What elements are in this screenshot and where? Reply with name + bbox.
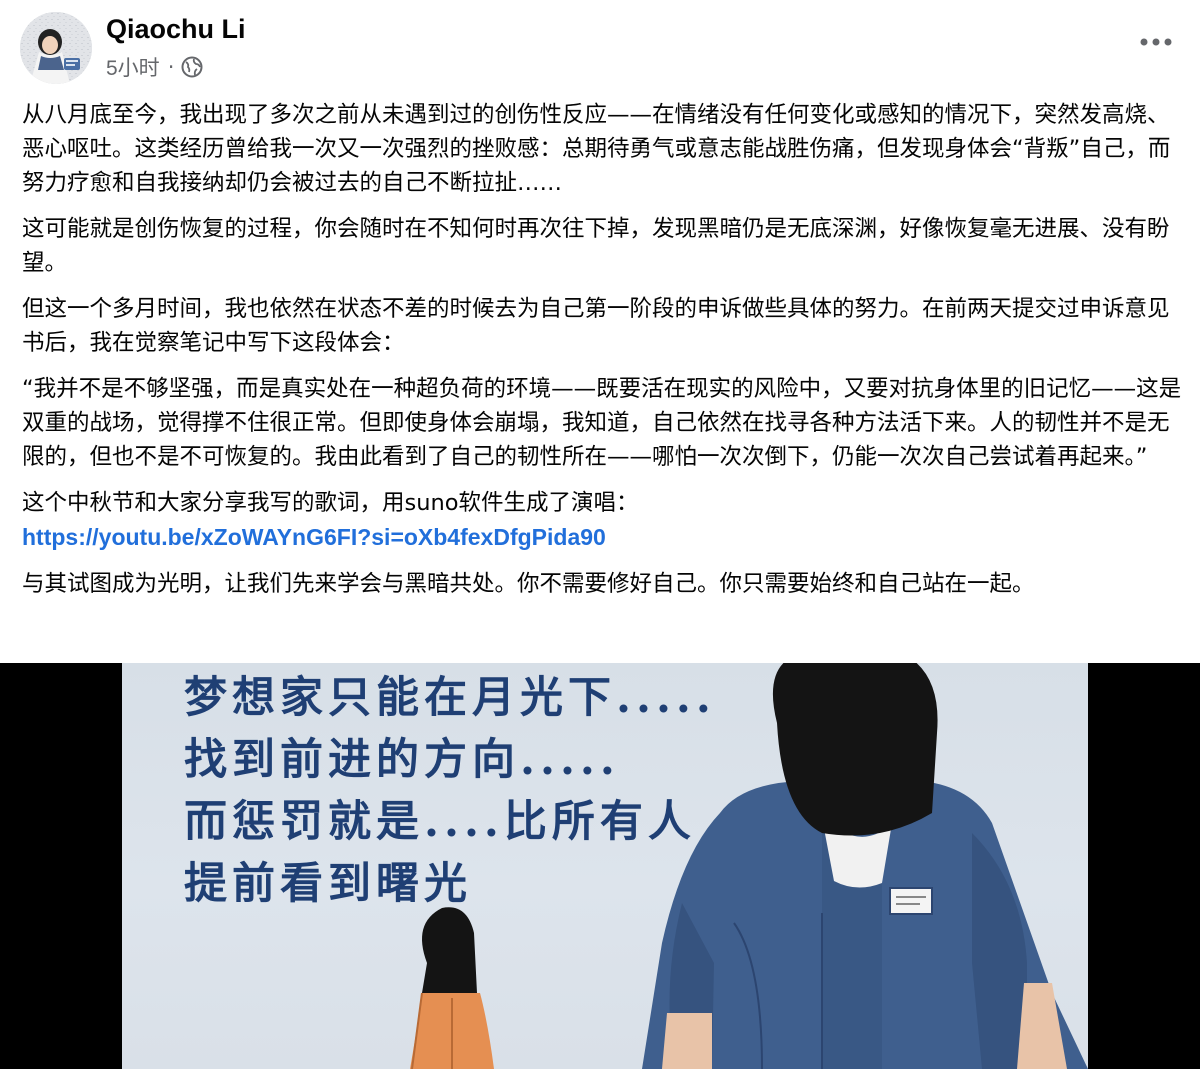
- author-avatar[interactable]: [20, 12, 92, 84]
- facebook-post: Qiaochu Li 5小时 · 从八月底至今，我出现了多次之前从未遇到过的创伤…: [0, 0, 1200, 1069]
- meta-separator: ·: [167, 55, 175, 79]
- post-timestamp[interactable]: 5小时: [106, 52, 160, 82]
- song-paragraph: 这个中秋节和大家分享我写的歌词，用suno软件生成了演唱： https://yo…: [22, 486, 1186, 555]
- globe-icon[interactable]: [181, 56, 203, 78]
- closing-paragraph: 与其试图成为光明，让我们先来学会与黑暗共处。你不需要修好自己。你只需要始终和自己…: [22, 571, 1035, 597]
- post-image-attachment[interactable]: 梦想家只能在月光下..... 找到前进的方向..... 而惩罚就是....比所有…: [0, 663, 1200, 1069]
- lyric-line-4: 提前看到曙光: [184, 859, 472, 909]
- post-quote-paragraph: “我并不是不够坚强，而是真实处在一种超负荷的环境——既要活在现实的风险中，又要对…: [22, 376, 1182, 470]
- post-paragraph-1: 从八月底至今，我出现了多次之前从未遇到过的创伤性反应——在情绪没有任何变化或感知…: [22, 102, 1171, 196]
- more-dots-icon[interactable]: [1132, 22, 1180, 62]
- youtube-link[interactable]: https://youtu.be/xZoWAYnG6FI?si=oXb4fexD…: [22, 524, 606, 550]
- author-name[interactable]: Qiaochu Li: [106, 14, 246, 45]
- lyric-line-3: 而惩罚就是....比所有人: [184, 797, 696, 847]
- post-meta: 5小时 ·: [106, 54, 203, 80]
- song-intro: 这个中秋节和大家分享我写的歌词，用suno软件生成了演唱：: [22, 490, 639, 516]
- illustration: 梦想家只能在月光下..... 找到前进的方向..... 而惩罚就是....比所有…: [122, 663, 1088, 1069]
- post-paragraph-2: 这可能就是创伤恢复的过程，你会随时在不知何时再次往下掉，发现黑暗仍是无底深渊，好…: [22, 216, 1170, 276]
- post-text: 从八月底至今，我出现了多次之前从未遇到过的创伤性反应——在情绪没有任何变化或感知…: [22, 98, 1186, 613]
- post-header: Qiaochu Li 5小时 ·: [0, 0, 1200, 95]
- avatar-image: [20, 12, 92, 84]
- lyric-line-1: 梦想家只能在月光下.....: [184, 673, 716, 723]
- girl-figure: [410, 907, 494, 1069]
- lyric-line-2: 找到前进的方向.....: [184, 735, 620, 785]
- post-paragraph-3: 但这一个多月时间，我也依然在状态不差的时候去为自己第一阶段的申诉做些具体的努力。…: [22, 296, 1170, 356]
